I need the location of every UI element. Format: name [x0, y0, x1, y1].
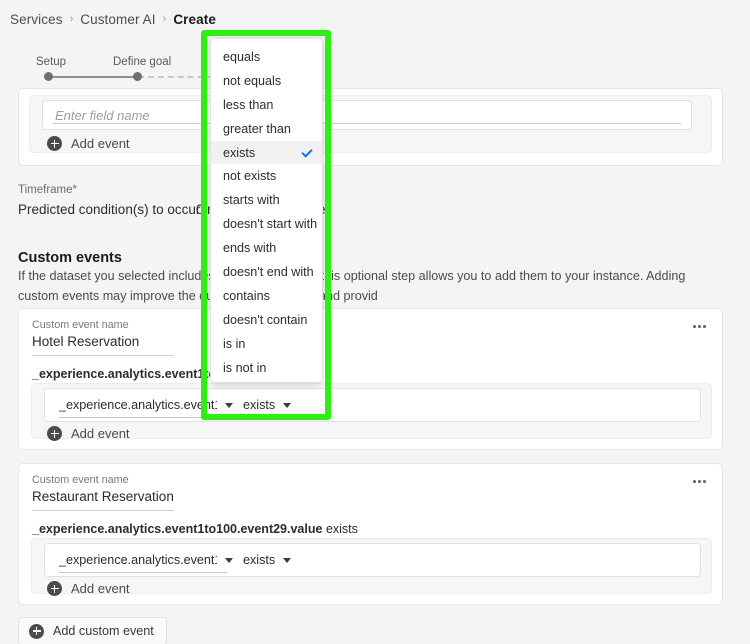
operator-option-label: not equals	[223, 73, 282, 88]
timeframe-label: Timeframe*	[18, 184, 77, 196]
operator-dropdown-menu[interactable]: equals not equals less than greater than exi…	[210, 38, 323, 383]
plus-circle-icon	[47, 426, 62, 441]
custom-events-description: If the dataset you selected includes cus…	[18, 266, 708, 306]
operator-option-is-not-in[interactable]: is not in	[211, 356, 322, 380]
goal-add-event-button[interactable]: Add event	[47, 136, 130, 151]
condition-operator-value: exists	[243, 553, 276, 567]
operator-option-label: ends with	[223, 241, 277, 256]
operator-option-not-equals[interactable]: not equals	[211, 69, 322, 93]
condition-operator-select[interactable]: exists	[243, 389, 292, 421]
breadcrumb-separator-icon: ›	[162, 13, 167, 25]
custom-events-title: Custom events	[18, 250, 122, 266]
goal-field-name-placeholder: Enter field name	[55, 107, 150, 123]
custom-event-name-underline	[32, 355, 174, 356]
stepper-dot-define-goal[interactable]	[133, 72, 142, 81]
custom-event-name-input[interactable]: Hotel Reservation	[32, 334, 139, 349]
custom-event-name-input[interactable]: Restaurant Reservation	[32, 489, 174, 504]
operator-option-label: equals	[223, 49, 261, 64]
condition-operator-select[interactable]: exists	[243, 544, 292, 576]
condition-field-select[interactable]: _experience.analytics.event1to1...	[45, 544, 233, 576]
operator-option-label: doesn't contain	[223, 312, 308, 327]
timeframe-value-fragment: 0	[196, 202, 204, 217]
operator-option-label: exists	[223, 145, 256, 160]
breadcrumb-item-create: Create	[173, 11, 216, 27]
custom-event-summary-field: _experience.analytics.event1to100.event2…	[32, 522, 323, 536]
progress-stepper: Setup Define goal A	[0, 44, 750, 88]
condition-field-value: _experience.analytics.event1to1...	[59, 398, 217, 412]
goal-add-event-label: Add event	[71, 136, 130, 151]
plus-circle-icon	[47, 136, 62, 151]
step-label-setup: Setup	[36, 56, 67, 68]
custom-event-summary-operator: exists	[325, 522, 358, 536]
step-label-define-goal: Define goal	[113, 56, 172, 68]
stepper-track-complete	[48, 76, 137, 78]
operator-option-starts-with[interactable]: starts with	[211, 188, 322, 212]
operator-option-ends-with[interactable]: ends with	[211, 236, 322, 260]
operator-option-label: less than	[223, 97, 274, 112]
condition-field-value: _experience.analytics.event1to1...	[59, 553, 217, 567]
breadcrumb-item-customer-ai[interactable]: Customer AI	[80, 12, 155, 27]
custom-event-add-event-label: Add event	[71, 581, 130, 596]
operator-option-label: is in	[223, 336, 246, 351]
check-icon	[301, 145, 313, 158]
operator-option-doesn-t-start-with[interactable]: doesn't start with	[211, 212, 322, 236]
chevron-down-icon	[283, 557, 292, 563]
custom-event-condition-row: _experience.analytics.event1to1... exist…	[44, 543, 701, 577]
operator-option-label: contains	[223, 288, 270, 303]
condition-field-select[interactable]: _experience.analytics.event1to1...	[45, 389, 233, 421]
operator-option-label: starts with	[223, 193, 280, 208]
goal-panel: Enter field name Add event	[18, 88, 723, 166]
custom-event-name-label: Custom event name	[32, 319, 129, 331]
plus-circle-icon	[29, 623, 44, 639]
custom-event-card: Custom event name Restaurant Reservation…	[18, 463, 723, 605]
custom-event-name-underline	[32, 510, 174, 511]
operator-option-equals[interactable]: equals	[211, 45, 322, 69]
custom-event-add-event-label: Add event	[71, 426, 130, 441]
goal-event-group: Enter field name Add event	[29, 95, 712, 153]
operator-option-label: greater than	[223, 121, 291, 136]
operator-option-not-exists[interactable]: not exists	[211, 164, 322, 188]
operator-option-label: doesn't end with	[223, 264, 314, 279]
breadcrumb: Services › Customer AI › Create	[0, 0, 750, 38]
add-custom-event-label: Add custom event	[53, 624, 154, 638]
breadcrumb-item-services[interactable]: Services	[10, 12, 63, 27]
breadcrumb-separator-icon: ›	[69, 13, 74, 25]
operator-option-less-than[interactable]: less than	[211, 93, 322, 117]
custom-event-add-event-button[interactable]: Add event	[47, 426, 130, 441]
custom-event-condition-row: _experience.analytics.event1to1... exist…	[44, 388, 701, 422]
custom-event-add-event-button[interactable]: Add event	[47, 581, 130, 596]
chevron-down-icon	[283, 402, 292, 408]
page-root: Services › Customer AI › Create Setup De…	[0, 0, 750, 644]
stepper-dot-setup[interactable]	[44, 72, 53, 81]
chevron-down-icon	[225, 402, 233, 408]
custom-event-summary: _experience.analytics.event1to100.event2…	[32, 522, 358, 536]
custom-event-more-options-icon[interactable]	[689, 476, 710, 487]
operator-option-greater-than[interactable]: greater than	[211, 117, 322, 141]
operator-option-label: is not in	[223, 360, 267, 375]
operator-option-label: doesn't start with	[223, 217, 318, 232]
custom-event-more-options-icon[interactable]	[689, 321, 710, 332]
custom-event-conditions-group: _experience.analytics.event1to1... exist…	[31, 383, 712, 439]
operator-option-contains[interactable]: contains	[211, 284, 322, 308]
operator-option-label: not exists	[223, 169, 277, 184]
operator-option-exists[interactable]: exists	[211, 140, 322, 165]
custom-event-conditions-group: _experience.analytics.event1to1... exist…	[31, 538, 712, 594]
operator-option-is-in[interactable]: is in	[211, 332, 322, 356]
plus-circle-icon	[47, 581, 62, 596]
add-custom-event-button[interactable]: Add custom event	[18, 617, 167, 644]
custom-event-card: Custom event name Hotel Reservation _exp…	[18, 308, 723, 450]
condition-operator-value: exists	[243, 398, 276, 412]
goal-field-name-input[interactable]: Enter field name	[42, 100, 692, 130]
chevron-down-icon	[225, 557, 233, 563]
custom-event-name-label: Custom event name	[32, 474, 129, 486]
operator-option-doesn-t-contain[interactable]: doesn't contain	[211, 308, 322, 332]
operator-option-doesn-t-end-with[interactable]: doesn't end with	[211, 260, 322, 284]
